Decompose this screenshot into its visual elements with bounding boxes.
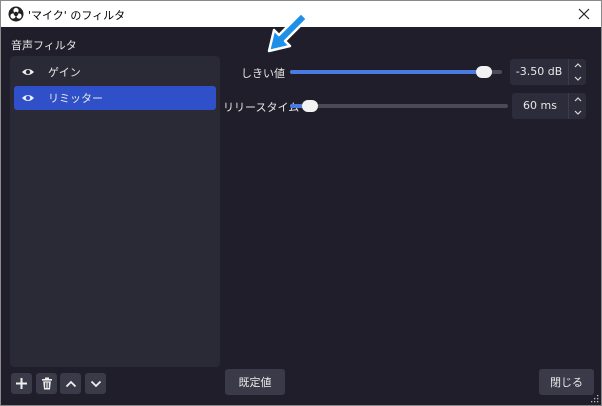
eye-icon[interactable] bbox=[21, 93, 35, 103]
release-time-value[interactable]: 60 ms bbox=[512, 93, 568, 119]
filter-list[interactable]: ゲイン リミッター bbox=[10, 56, 220, 367]
release-time-decrement[interactable] bbox=[569, 106, 587, 119]
trash-icon bbox=[41, 377, 52, 390]
window-title: 'マイク' のフィルタ bbox=[28, 9, 126, 22]
add-filter-button[interactable] bbox=[11, 373, 32, 394]
close-button[interactable]: 閉じる bbox=[539, 369, 594, 395]
release-time-spinbox[interactable]: 60 ms bbox=[512, 93, 586, 119]
move-filter-down-button[interactable] bbox=[85, 373, 106, 394]
close-icon bbox=[578, 8, 590, 20]
release-time-label: リリースタイム bbox=[223, 101, 300, 114]
filter-item-gain[interactable]: ゲイン bbox=[14, 60, 216, 84]
threshold-spin-arrows bbox=[568, 59, 586, 85]
threshold-slider[interactable] bbox=[290, 66, 502, 78]
chevron-up-icon bbox=[574, 63, 582, 68]
filter-window: 'マイク' のフィルタ 音声フィルタ ゲイン リミッター しきい値 -3.50 … bbox=[0, 0, 602, 406]
threshold-spinbox[interactable]: -3.50 dB bbox=[510, 59, 586, 85]
filter-item-limiter[interactable]: リミッター bbox=[14, 86, 216, 110]
dialog-body: 音声フィルタ ゲイン リミッター しきい値 -3.50 dB リリースタイム 6… bbox=[1, 27, 601, 405]
resize-grip-icon[interactable] bbox=[591, 395, 599, 403]
chevron-down-icon bbox=[90, 380, 101, 387]
release-time-increment[interactable] bbox=[569, 93, 587, 106]
filter-item-label: リミッター bbox=[48, 92, 103, 105]
threshold-slider-fill bbox=[290, 70, 487, 74]
release-time-slider[interactable] bbox=[290, 100, 508, 112]
threshold-value[interactable]: -3.50 dB bbox=[510, 59, 568, 85]
chevron-up-icon bbox=[574, 97, 582, 102]
release-time-spin-arrows bbox=[568, 93, 586, 119]
plus-icon bbox=[16, 378, 27, 389]
audio-filters-label: 音声フィルタ bbox=[11, 39, 77, 52]
arrow-pointer-icon bbox=[267, 11, 309, 53]
threshold-increment[interactable] bbox=[569, 59, 587, 72]
defaults-button[interactable]: 既定値 bbox=[225, 369, 285, 395]
move-filter-up-button[interactable] bbox=[60, 373, 81, 394]
threshold-label: しきい値 bbox=[241, 67, 285, 80]
filter-item-label: ゲイン bbox=[48, 66, 81, 79]
chevron-down-icon bbox=[574, 110, 582, 115]
close-window-button[interactable] bbox=[573, 4, 595, 24]
obs-icon bbox=[8, 6, 24, 22]
remove-filter-button[interactable] bbox=[36, 373, 57, 394]
threshold-decrement[interactable] bbox=[569, 72, 587, 85]
chevron-up-icon bbox=[65, 380, 76, 387]
chevron-down-icon bbox=[574, 76, 582, 81]
threshold-slider-handle[interactable] bbox=[476, 66, 492, 78]
eye-icon[interactable] bbox=[21, 67, 35, 77]
release-time-slider-handle[interactable] bbox=[302, 100, 318, 112]
